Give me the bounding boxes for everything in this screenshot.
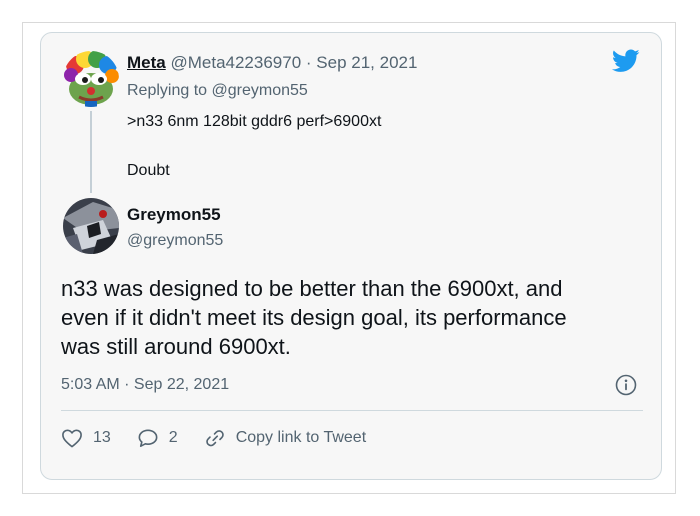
tweet-card: Meta @Meta42236970 · Sep 21, 2021 Replyi… — [40, 32, 662, 480]
main-text-line: even if it didn't meet its design goal, … — [61, 305, 567, 330]
reply-author-name[interactable]: Meta — [127, 53, 166, 72]
speech-bubble-icon — [138, 429, 158, 447]
meta-avatar[interactable] — [63, 51, 119, 107]
main-author-handle[interactable]: @greymon55 — [127, 232, 223, 250]
replying-to-label: Replying to @greymon55 — [127, 82, 308, 99]
info-icon[interactable] — [615, 374, 637, 396]
reply-text-line1: >n33 6nm 128bit gddr6 perf>6900xt — [127, 113, 382, 130]
tweet-timestamp[interactable]: 5:03 AM · Sep 22, 2021 — [61, 376, 229, 394]
frog-avatar-image — [63, 51, 119, 107]
tweet-actions-bar: 13 2 Copy link to Tweet — [61, 426, 392, 450]
reply-button[interactable]: 2 — [137, 428, 178, 448]
main-text-line: n33 was designed to be better than the 6… — [61, 276, 563, 301]
like-count: 13 — [93, 429, 111, 446]
reply-count: 2 — [168, 429, 178, 446]
main-text-line: was still around 6900xt. — [61, 334, 291, 359]
thread-connector-line — [90, 111, 92, 193]
reply-tweet-header: Meta @Meta42236970 · Sep 21, 2021 — [127, 53, 417, 73]
main-tweet-text: n33 was designed to be better than the 6… — [61, 274, 651, 361]
greymon-avatar[interactable] — [63, 198, 119, 254]
like-button[interactable]: 13 — [61, 428, 111, 448]
twitter-bird-icon[interactable] — [612, 49, 640, 73]
link-icon — [205, 430, 224, 447]
reply-text-line2: Doubt — [127, 162, 170, 179]
header-separator: · — [305, 53, 312, 72]
actions-divider — [61, 410, 643, 411]
copy-link-label: Copy link to Tweet — [235, 429, 367, 446]
anime-avatar-image — [63, 198, 119, 254]
reply-date[interactable]: Sep 21, 2021 — [316, 53, 417, 72]
copy-link-button[interactable]: Copy link to Tweet — [204, 428, 366, 448]
reply-author-handle[interactable]: @Meta42236970 — [170, 53, 301, 72]
heart-icon — [62, 429, 82, 448]
main-author-name[interactable]: Greymon55 — [127, 205, 221, 225]
